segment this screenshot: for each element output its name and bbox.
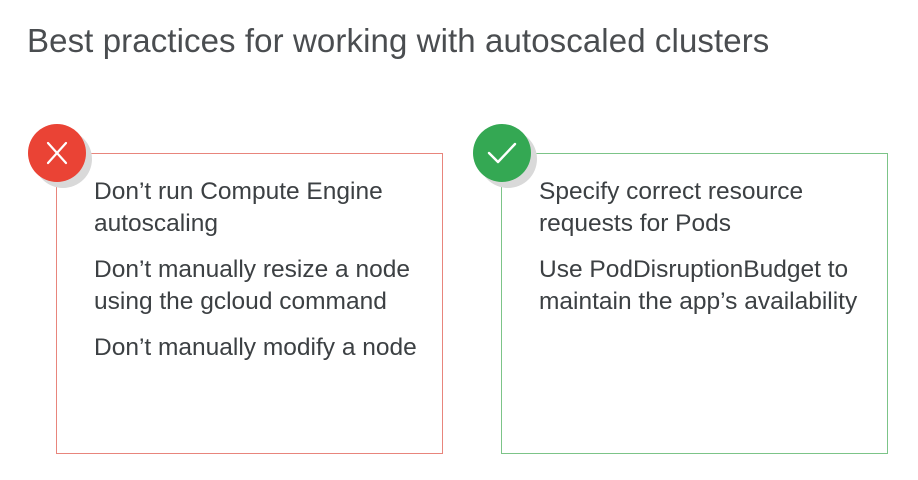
do-item: Specify correct resource requests for Po…	[539, 178, 804, 237]
do-badge	[473, 124, 531, 182]
dont-item: Don’t manually resize a node using the g…	[94, 256, 410, 315]
x-icon	[46, 141, 68, 165]
dont-item: Don’t manually modify a node	[94, 334, 417, 361]
dont-badge	[28, 124, 86, 182]
checkmark-icon	[487, 142, 517, 164]
slide-title: Best practices for working with autoscal…	[27, 22, 770, 59]
dont-item: Don’t run Compute Engine autoscaling	[94, 178, 383, 237]
do-item: Use PodDisruptionBudget to maintain the …	[539, 256, 858, 315]
dont-list: Don’t run Compute Engine autoscaling Don…	[94, 176, 434, 378]
do-list: Specify correct resource requests for Po…	[539, 176, 879, 332]
